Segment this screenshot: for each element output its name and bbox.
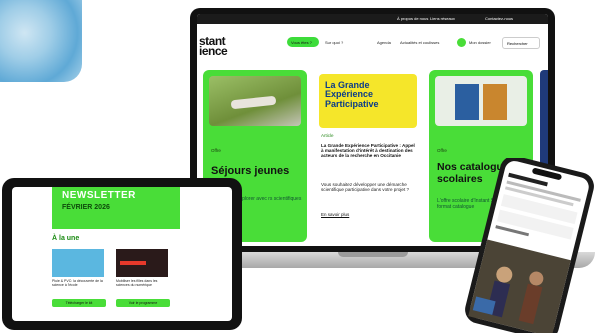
catalogue-cover	[483, 84, 507, 120]
topbar-about-link[interactable]: À propos de nous	[397, 16, 428, 21]
card-title[interactable]: La Grande Expérience Participative : App…	[321, 143, 417, 158]
card-tag: Offre	[211, 148, 221, 153]
search-button[interactable]: Rechercher	[502, 37, 540, 49]
decorative-watercolor	[0, 0, 82, 82]
article-text: Mobiliser les filles dans les sciences d…	[116, 279, 158, 287]
program-button[interactable]: Voir le programme	[116, 299, 170, 307]
card-desc: Vous souhaitez développer une démarche s…	[321, 182, 410, 192]
card-photo-catalogues	[435, 76, 527, 126]
card-tag: Offre	[437, 148, 447, 153]
catalogue-cover	[455, 84, 479, 120]
card-tag: Article	[321, 133, 334, 138]
phone-device	[465, 158, 594, 333]
laptop-notch	[338, 252, 408, 257]
top-bar: À propos de nous Liens réseaux Contactez…	[197, 14, 548, 24]
site-logo[interactable]: stant ience	[199, 35, 228, 57]
profile-icon[interactable]	[457, 38, 466, 47]
person-lying	[230, 95, 277, 110]
article-image	[52, 249, 104, 277]
newsletter-band	[52, 217, 180, 229]
nav-agenda[interactable]: Agenda	[377, 40, 391, 45]
tablet-screen: NEWSLETTER FÉVRIER 2026 À la une Pluie &…	[12, 187, 232, 321]
card-grande-experience[interactable]: La Grande Expérience Participative Artic…	[317, 70, 421, 242]
newsletter-header: NEWSLETTER FÉVRIER 2026	[52, 187, 180, 217]
topbar-contact-link[interactable]: Contactez-nous	[485, 16, 513, 21]
card-banner: La Grande Expérience Participative	[319, 74, 417, 128]
read-more-link[interactable]: En savoir plus	[321, 212, 349, 217]
nav-actualites[interactable]: Actualités et coulisses	[400, 40, 439, 45]
download-kit-button[interactable]: Télécharger le kit	[52, 299, 106, 307]
card-photo-grass	[209, 76, 301, 126]
nav-mon-dossier[interactable]: Mon dossier	[469, 40, 491, 45]
nav-sur-quoi[interactable]: Sur quoi ?	[325, 40, 343, 45]
article-image	[116, 249, 168, 277]
topbar-links-link[interactable]: Liens réseaux	[430, 16, 455, 21]
nav-vous-etes-button[interactable]: Vous êtes ?	[287, 37, 319, 47]
section-title: À la une	[52, 235, 80, 242]
article-text: Pluie & PVC: la découverte de la science…	[52, 279, 103, 287]
